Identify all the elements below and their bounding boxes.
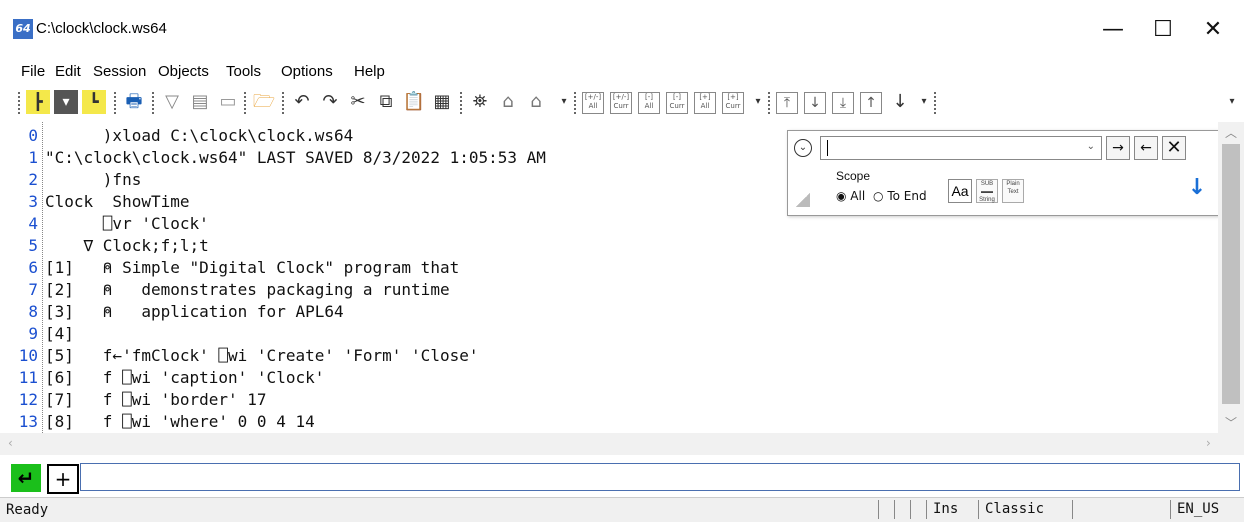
paste-icon[interactable]: 📋 [402, 90, 426, 114]
new-doc-icon[interactable]: ▭ [216, 90, 240, 114]
scope-options: ◉ All ○ To End [836, 189, 927, 203]
toolbar-overflow-icon[interactable]: ▾ [1220, 90, 1244, 114]
execute-icon[interactable]: ↵ [11, 464, 41, 492]
maximize-button[interactable]: ☐ [1140, 10, 1186, 50]
new-variable-icon[interactable]: ▤ [188, 90, 212, 114]
find-next-button[interactable]: → [1106, 136, 1130, 160]
scope-all-radio[interactable]: ◉ All [836, 189, 865, 203]
toolbar-separator [574, 92, 576, 114]
window-title: C:\clock\clock.ws64 [36, 20, 167, 37]
undo-icon[interactable]: ↶ [290, 90, 314, 114]
toolbar-separator [114, 92, 116, 114]
menu-tools[interactable]: Tools [226, 63, 261, 80]
plus-all-icon[interactable]: [+] All [694, 92, 716, 114]
scroll-up-icon[interactable]: ︿ [1218, 124, 1244, 141]
cut-icon[interactable]: ✂ [346, 90, 370, 114]
line-number-gutter [42, 122, 43, 433]
plain-text-button[interactable]: Plain Text [1002, 179, 1024, 203]
status-cell [910, 500, 923, 519]
menu-bar: File Edit Session Objects Tools Options … [0, 60, 1244, 84]
find-prev-button[interactable]: ← [1134, 136, 1158, 160]
locale-indicator: EN_US [1170, 500, 1237, 519]
text-caret [827, 140, 828, 156]
redo-icon[interactable]: ↷ [318, 90, 342, 114]
scroll-left-icon[interactable]: ‹ [8, 436, 13, 450]
find-panel: ⌄ ⌄ → ← ✕ Scope ◉ All ○ To End Aa SUB ▬▬ S… [787, 130, 1219, 216]
toolbar-separator [244, 92, 246, 114]
match-case-button[interactable]: Aa [948, 179, 972, 203]
session-left-icon[interactable]: ┣ [26, 90, 50, 114]
toolbar-separator [282, 92, 284, 114]
find-prev-icon[interactable]: ⌂ [524, 90, 548, 114]
scroll-down-icon[interactable]: ﹀ [1218, 414, 1244, 431]
find-close-button[interactable]: ✕ [1162, 136, 1186, 160]
step-down-icon[interactable]: ↓ [888, 90, 912, 114]
toolbar-separator [460, 92, 462, 114]
find-options-toggle-icon[interactable]: ⌄ [794, 139, 812, 157]
menu-help[interactable]: Help [354, 63, 385, 80]
plus-curr-icon[interactable]: [+] Curr [722, 92, 744, 114]
scope-label: Scope [836, 169, 871, 183]
search-direction-down-icon[interactable]: ↓ [1184, 175, 1210, 201]
resize-grip-icon[interactable] [796, 193, 810, 207]
menu-objects[interactable]: Objects [158, 63, 209, 80]
toolbar: ┣ ▾ ┗ 🖶 ▽ ▤ ▭ 🗁 ↶ ↷ ✂ ⧉ 📋 ▦ ⛯ ⌂ ⌂ ▾ [+/-… [0, 86, 1244, 120]
find-input[interactable]: ⌄ [820, 136, 1102, 160]
go-top-icon[interactable]: ⤒ [776, 92, 798, 114]
toolbar-overflow-icon[interactable]: ▾ [746, 90, 770, 114]
go-bottom-icon[interactable]: ⤓ [832, 92, 854, 114]
insert-mode-indicator: Ins [926, 500, 969, 519]
expand-curr-icon[interactable]: [+/-] Curr [610, 92, 632, 114]
open-folder-icon[interactable]: 🗁 [252, 90, 276, 114]
title-bar: 64 C:\clock\clock.ws64 — ☐ ✕ [0, 0, 1244, 58]
expand-all-icon[interactable]: [+/-] All [582, 92, 604, 114]
print-icon[interactable]: 🖶 [122, 90, 146, 114]
command-input[interactable] [80, 463, 1240, 491]
menu-options[interactable]: Options [281, 63, 333, 80]
toolbar-separator [768, 92, 770, 114]
toolbar-separator [152, 92, 154, 114]
menu-edit[interactable]: Edit [55, 63, 81, 80]
collapse-all-icon[interactable]: [-] All [638, 92, 660, 114]
status-cell [894, 500, 907, 519]
scope-to-end-radio[interactable]: ○ To End [873, 189, 927, 203]
substring-button[interactable]: SUB ▬▬ String [976, 179, 998, 203]
scroll-right-icon[interactable]: › [1206, 436, 1211, 450]
copy-icon[interactable]: ⧉ [374, 90, 398, 114]
find-icon[interactable]: ⛯ [468, 90, 492, 114]
vertical-scrollbar[interactable]: ︿ ﹀ [1218, 122, 1244, 433]
status-bar: Ready Ins Classic EN_US [0, 497, 1244, 522]
app-icon: 64 [13, 19, 33, 39]
scroll-thumb[interactable] [1222, 144, 1240, 404]
go-down-icon[interactable]: ↓ [804, 92, 826, 114]
paste-special-icon[interactable]: ▦ [430, 90, 454, 114]
horizontal-scrollbar[interactable]: ‹ › [0, 433, 1244, 455]
keyboard-mode-indicator: Classic [978, 500, 1071, 519]
new-function-icon[interactable]: ▽ [160, 90, 184, 114]
find-next-icon[interactable]: ⌂ [496, 90, 520, 114]
toolbar-overflow-icon[interactable]: ▾ [912, 90, 936, 114]
collapse-curr-icon[interactable]: [-] Curr [666, 92, 688, 114]
minimize-button[interactable]: — [1090, 10, 1136, 50]
status-cell [1072, 500, 1165, 519]
status-cell [878, 500, 891, 519]
go-up-icon[interactable]: ↑ [860, 92, 882, 114]
session-right-icon[interactable]: ┗ [82, 90, 106, 114]
status-text: Ready [6, 502, 49, 518]
chevron-down-icon[interactable]: ⌄ [1087, 141, 1095, 152]
session-bottom-icon[interactable]: ▾ [54, 90, 78, 114]
toolbar-grip [18, 92, 20, 114]
menu-session[interactable]: Session [93, 63, 146, 80]
toolbar-separator [934, 92, 936, 114]
close-button[interactable]: ✕ [1190, 10, 1236, 50]
toolbar-overflow-icon[interactable]: ▾ [552, 90, 576, 114]
menu-file[interactable]: File [21, 63, 45, 80]
add-line-button[interactable]: + [47, 464, 79, 494]
